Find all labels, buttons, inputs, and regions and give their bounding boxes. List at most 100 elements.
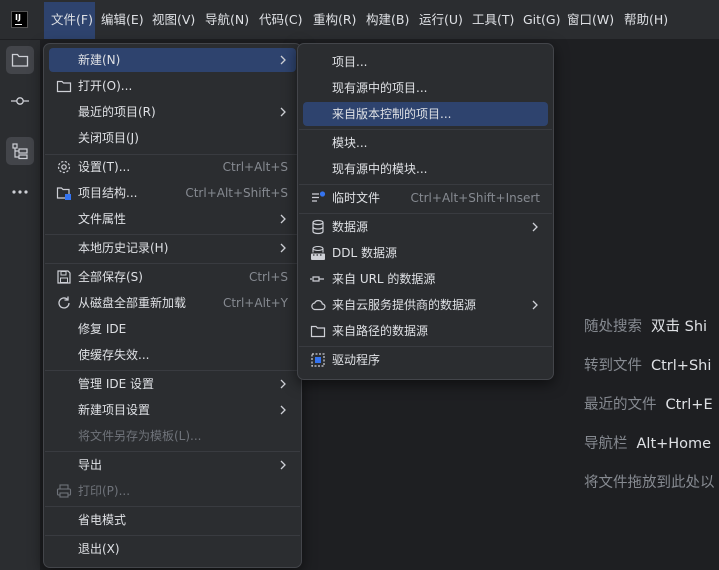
menu-item-exit[interactable]: 退出(X) xyxy=(49,537,296,561)
submenu-item-data-source-from-path[interactable]: 来自路径的数据源 xyxy=(303,319,548,343)
submenu-item-project[interactable]: 项目... xyxy=(303,50,548,74)
commit-tool-button[interactable] xyxy=(6,87,34,115)
submenu-item-project-from-sources[interactable]: 现有源中的项目... xyxy=(303,76,548,100)
menu-item-file-properties[interactable]: 文件属性 xyxy=(49,207,296,231)
menu-separator xyxy=(45,451,300,452)
scratch-file-icon xyxy=(312,191,326,202)
menu-navigate[interactable]: 导航(N) xyxy=(205,11,249,29)
menu-item-power-save-mode[interactable]: 省电模式 xyxy=(49,508,296,532)
folder-icon xyxy=(310,325,326,338)
menu-item-label: 驱动程序 xyxy=(332,353,381,367)
menu-tools[interactable]: 工具(T) xyxy=(472,11,514,29)
cloud-icon xyxy=(311,300,326,311)
menu-file[interactable]: 文件(F) xyxy=(51,11,93,29)
menu-item-close-project[interactable]: 关闭项目(J) xyxy=(49,126,296,150)
menu-item-new-project-settings[interactable]: 新建项目设置 xyxy=(49,398,296,422)
database-icon xyxy=(312,219,324,235)
menu-item-local-history[interactable]: 本地历史记录(H) xyxy=(49,236,296,260)
menu-item-new[interactable]: 新建(N) xyxy=(49,48,296,72)
menu-item-label: DDL 数据源 xyxy=(332,246,397,260)
menu-separator xyxy=(299,213,552,214)
more-tools-button[interactable] xyxy=(6,178,34,206)
menu-window[interactable]: 窗口(W) xyxy=(567,11,614,29)
hint-label: 随处搜索 xyxy=(584,319,642,335)
project-structure-icon xyxy=(56,187,71,200)
submenu-item-scratch-file[interactable]: 临时文件 Ctrl+Alt+Shift+Insert xyxy=(303,186,548,210)
menu-item-print: 打印(P)... xyxy=(49,479,296,503)
menu-item-shortcut: Ctrl+Alt+Shift+Insert xyxy=(410,191,540,205)
save-icon xyxy=(57,270,71,284)
structure-tool-button[interactable] xyxy=(6,137,34,165)
chevron-right-icon xyxy=(280,243,286,253)
menu-item-label: 新建(N) xyxy=(78,53,121,67)
menu-run[interactable]: 运行(U) xyxy=(419,11,463,29)
menu-item-label: 来自云服务提供商的数据源 xyxy=(332,298,477,312)
menu-separator xyxy=(45,535,300,536)
chevron-right-icon xyxy=(280,379,286,389)
chevron-right-icon xyxy=(280,405,286,415)
chevron-right-icon xyxy=(280,460,286,470)
menu-item-save-all[interactable]: 全部保存(S) Ctrl+S xyxy=(49,265,296,289)
hint-recent-files: 最近的文件 Ctrl+E xyxy=(584,395,713,415)
tool-window-strip xyxy=(0,40,41,570)
menu-item-reload-all[interactable]: 从磁盘全部重新加载 Ctrl+Alt+Y xyxy=(49,291,296,315)
menu-code[interactable]: 代码(C) xyxy=(259,11,302,29)
menu-item-label: 临时文件 xyxy=(332,191,381,205)
hint-shortcut: Alt+Home xyxy=(636,436,712,452)
project-tool-button[interactable] xyxy=(6,46,34,74)
menu-help[interactable]: 帮助(H) xyxy=(624,11,668,29)
menu-item-repair-ide[interactable]: 修复 IDE xyxy=(49,317,296,341)
menu-item-label: 打开(O)... xyxy=(78,79,133,93)
menu-item-project-structure[interactable]: 项目结构... Ctrl+Alt+Shift+S xyxy=(49,181,296,205)
chevron-right-icon xyxy=(532,300,538,310)
chevron-right-icon xyxy=(280,107,286,117)
menu-item-label: 将文件另存为模板(L)... xyxy=(78,429,202,443)
menu-git[interactable]: Git(G) xyxy=(523,11,561,29)
menu-item-label: 最近的项目(R) xyxy=(78,105,156,119)
app-logo-icon[interactable]: IJ xyxy=(11,11,28,28)
menu-view[interactable]: 视图(V) xyxy=(152,11,195,29)
submenu-item-module[interactable]: 模块... xyxy=(303,131,548,155)
menu-item-label: 退出(X) xyxy=(78,542,120,556)
menu-item-label: 导出 xyxy=(78,458,103,472)
hint-label: 将文件拖放到此处以 xyxy=(584,475,715,491)
menu-item-invalidate-caches[interactable]: 使缓存失效... xyxy=(49,343,296,367)
menu-item-label: 设置(T)... xyxy=(78,160,131,174)
menu-separator xyxy=(299,129,552,130)
menu-edit[interactable]: 编辑(E) xyxy=(101,11,144,29)
submenu-item-ddl-data-source[interactable]: DDL 数据源 xyxy=(303,241,548,265)
menu-item-export[interactable]: 导出 xyxy=(49,453,296,477)
menu-item-settings[interactable]: 设置(T)... Ctrl+Alt+S xyxy=(49,155,296,179)
gear-icon xyxy=(57,160,71,174)
hint-label: 转到文件 xyxy=(584,358,642,374)
menu-item-label: 现有源中的项目... xyxy=(332,81,428,95)
submenu-item-project-from-vcs[interactable]: 来自版本控制的项目... xyxy=(303,102,548,126)
menu-refactor[interactable]: 重构(R) xyxy=(313,11,356,29)
submenu-item-driver[interactable]: 驱动程序 xyxy=(303,348,548,372)
hint-goto-file: 转到文件 Ctrl+Shi xyxy=(584,356,711,376)
menu-item-label: 来自 URL 的数据源 xyxy=(332,272,436,286)
menu-separator xyxy=(45,506,300,507)
menu-item-label: 数据源 xyxy=(332,220,369,234)
submenu-item-data-source-from-url[interactable]: 来自 URL 的数据源 xyxy=(303,267,548,291)
menu-item-label: 来自版本控制的项目... xyxy=(332,107,452,121)
menu-item-open[interactable]: 打开(O)... xyxy=(49,74,296,98)
menu-item-manage-ide-settings[interactable]: 管理 IDE 设置 xyxy=(49,372,296,396)
menu-item-label: 打印(P)... xyxy=(78,484,131,498)
menu-separator xyxy=(299,346,552,347)
url-plug-icon xyxy=(310,276,324,282)
reload-icon xyxy=(58,296,70,309)
menu-build[interactable]: 构建(B) xyxy=(366,11,409,29)
more-icon xyxy=(12,190,28,194)
submenu-item-module-from-sources[interactable]: 现有源中的模块... xyxy=(303,157,548,181)
menu-separator xyxy=(299,184,552,185)
hint-drop-files: 将文件拖放到此处以 xyxy=(584,473,715,493)
menu-item-recent-projects[interactable]: 最近的项目(R) xyxy=(49,100,296,124)
menu-item-shortcut: Ctrl+Alt+Y xyxy=(222,296,288,310)
menu-item-label: 本地历史记录(H) xyxy=(78,241,169,255)
menu-item-label: 使缓存失效... xyxy=(78,348,150,362)
submenu-item-data-source-from-cloud[interactable]: 来自云服务提供商的数据源 xyxy=(303,293,548,317)
menu-item-label: 现有源中的模块... xyxy=(332,162,428,176)
structure-icon xyxy=(12,143,28,160)
submenu-item-data-source[interactable]: 数据源 xyxy=(303,215,548,239)
